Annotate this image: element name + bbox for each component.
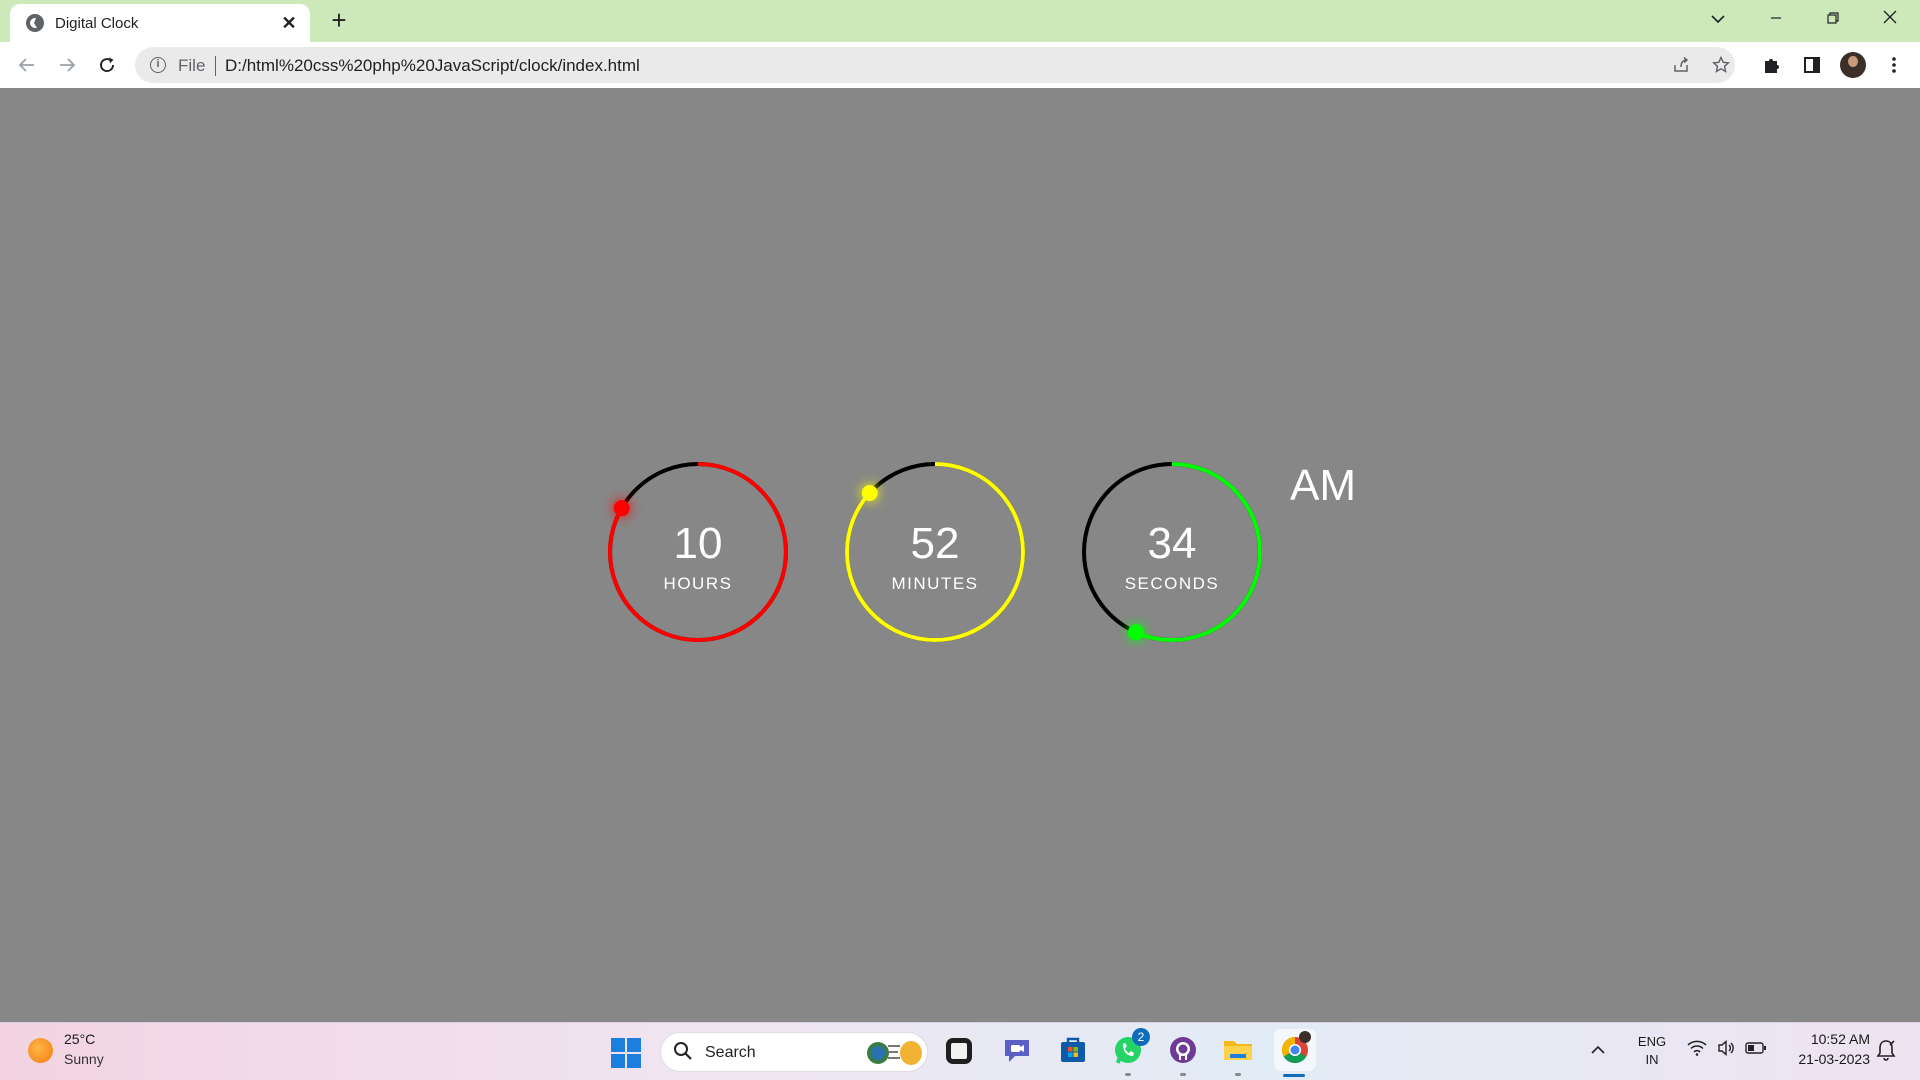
chrome-button[interactable] (1274, 1029, 1316, 1071)
digital-clock: 10 HOURS 52 MINUTES 34 SECONDS AM (0, 88, 1920, 1022)
browser-tab-strip: Digital Clock ✕ + (0, 0, 1920, 42)
side-panel-button[interactable] (1798, 51, 1826, 79)
url-text[interactable]: D:/html%20css%20php%20JavaScript/clock/i… (225, 56, 640, 76)
whatsapp-running-indicator (1125, 1073, 1131, 1076)
minimize-button[interactable] (1756, 6, 1796, 34)
minimize-icon (1771, 17, 1781, 19)
extensions-button[interactable] (1758, 51, 1786, 79)
search-highlight-icon (867, 1041, 922, 1065)
hours-dial: 10 HOURS (608, 462, 788, 642)
seconds-label: SECONDS (1124, 574, 1220, 593)
arrow-left-icon (18, 58, 34, 72)
reload-button[interactable] (93, 51, 121, 79)
tab-search-button[interactable] (1698, 6, 1738, 34)
github-icon (1170, 1037, 1196, 1063)
language-indicator[interactable]: ENG IN (1636, 1033, 1668, 1069)
share-icon[interactable] (1670, 54, 1692, 76)
folder-icon (1224, 1041, 1252, 1060)
close-window-button[interactable] (1870, 6, 1910, 34)
github-running-indicator (1180, 1073, 1186, 1076)
address-separator (215, 56, 216, 76)
file-explorer-button[interactable] (1222, 1034, 1254, 1066)
kebab-menu-icon (1892, 57, 1896, 73)
bookmark-star-icon[interactable] (1710, 54, 1732, 76)
tab-title: Digital Clock (55, 15, 139, 32)
whatsapp-button[interactable]: 2 (1112, 1028, 1150, 1066)
seconds-dot (1128, 624, 1145, 641)
sun-icon (28, 1038, 53, 1063)
microsoft-store-button[interactable] (1057, 1034, 1089, 1066)
language-line-2: IN (1645, 1052, 1659, 1067)
address-scheme-label: File (178, 56, 206, 75)
hours-dot (613, 500, 630, 517)
info-icon[interactable]: i (150, 57, 166, 73)
wifi-icon[interactable] (1686, 1040, 1708, 1060)
weather-condition: Sunny (64, 1051, 104, 1067)
explorer-running-indicator (1235, 1073, 1241, 1076)
minutes-dial: 52 MINUTES (845, 462, 1025, 642)
tab-digital-clock[interactable]: Digital Clock ✕ (10, 4, 310, 42)
show-hidden-icons-button[interactable] (1590, 1039, 1606, 1060)
github-desktop-button[interactable] (1167, 1034, 1199, 1066)
chevron-down-icon (1711, 15, 1725, 24)
chrome-profile-mini-avatar (1299, 1031, 1311, 1043)
taskbar-time: 10:52 AM (1810, 1031, 1870, 1047)
whatsapp-notification-badge: 2 (1132, 1028, 1150, 1046)
reload-icon (100, 57, 114, 72)
battery-icon[interactable] (1745, 1040, 1767, 1060)
restore-icon (1827, 12, 1839, 24)
new-tab-button[interactable]: + (326, 7, 352, 34)
globe-icon (26, 14, 44, 32)
taskbar-date: 21-03-2023 (1798, 1051, 1870, 1067)
back-button[interactable] (13, 51, 41, 79)
hours-value: 10 (673, 519, 723, 568)
side-panel-icon (1804, 57, 1820, 73)
task-view-icon (951, 1043, 967, 1059)
start-button[interactable] (611, 1038, 641, 1068)
hours-label: HOURS (663, 574, 733, 593)
minutes-value: 52 (910, 519, 960, 568)
notification-bell-icon[interactable] (1876, 1039, 1896, 1061)
store-icon (1061, 1037, 1085, 1062)
close-icon (1883, 10, 1897, 24)
minutes-label: MINUTES (891, 574, 979, 593)
taskbar: 25°C Sunny Search 2 ENG IN 10:52 AM 21-0… (0, 1022, 1920, 1080)
search-label: Search (705, 1044, 756, 1061)
address-bar[interactable]: i File D:/html%20css%20php%20JavaScript/… (135, 47, 1735, 83)
menu-button[interactable] (1880, 51, 1908, 79)
teams-chat-button[interactable] (1001, 1034, 1033, 1066)
search-icon (674, 1042, 692, 1060)
chevron-up-icon (1591, 1045, 1605, 1054)
seconds-dial: 34 SECONDS (1082, 462, 1262, 642)
volume-icon[interactable] (1715, 1039, 1737, 1060)
taskbar-search[interactable]: Search (660, 1032, 928, 1072)
browser-toolbar: i File D:/html%20css%20php%20JavaScript/… (0, 42, 1920, 88)
chat-icon (1005, 1040, 1029, 1062)
chrome-active-indicator (1283, 1074, 1305, 1077)
am-pm-indicator: AM (1290, 461, 1356, 510)
forward-button[interactable] (53, 51, 81, 79)
arrow-right-icon (60, 58, 76, 72)
minutes-dot (861, 484, 878, 501)
page-viewport: 10 HOURS 52 MINUTES 34 SECONDS AM (0, 88, 1920, 1022)
seconds-value: 34 (1147, 519, 1197, 568)
weather-temperature: 25°C (64, 1031, 96, 1047)
restore-button[interactable] (1813, 6, 1853, 34)
tab-close-button[interactable]: ✕ (278, 12, 300, 34)
task-view-button[interactable] (946, 1038, 972, 1064)
puzzle-icon (1765, 59, 1779, 73)
language-line-1: ENG (1637, 1034, 1667, 1049)
profile-avatar[interactable] (1840, 52, 1866, 78)
